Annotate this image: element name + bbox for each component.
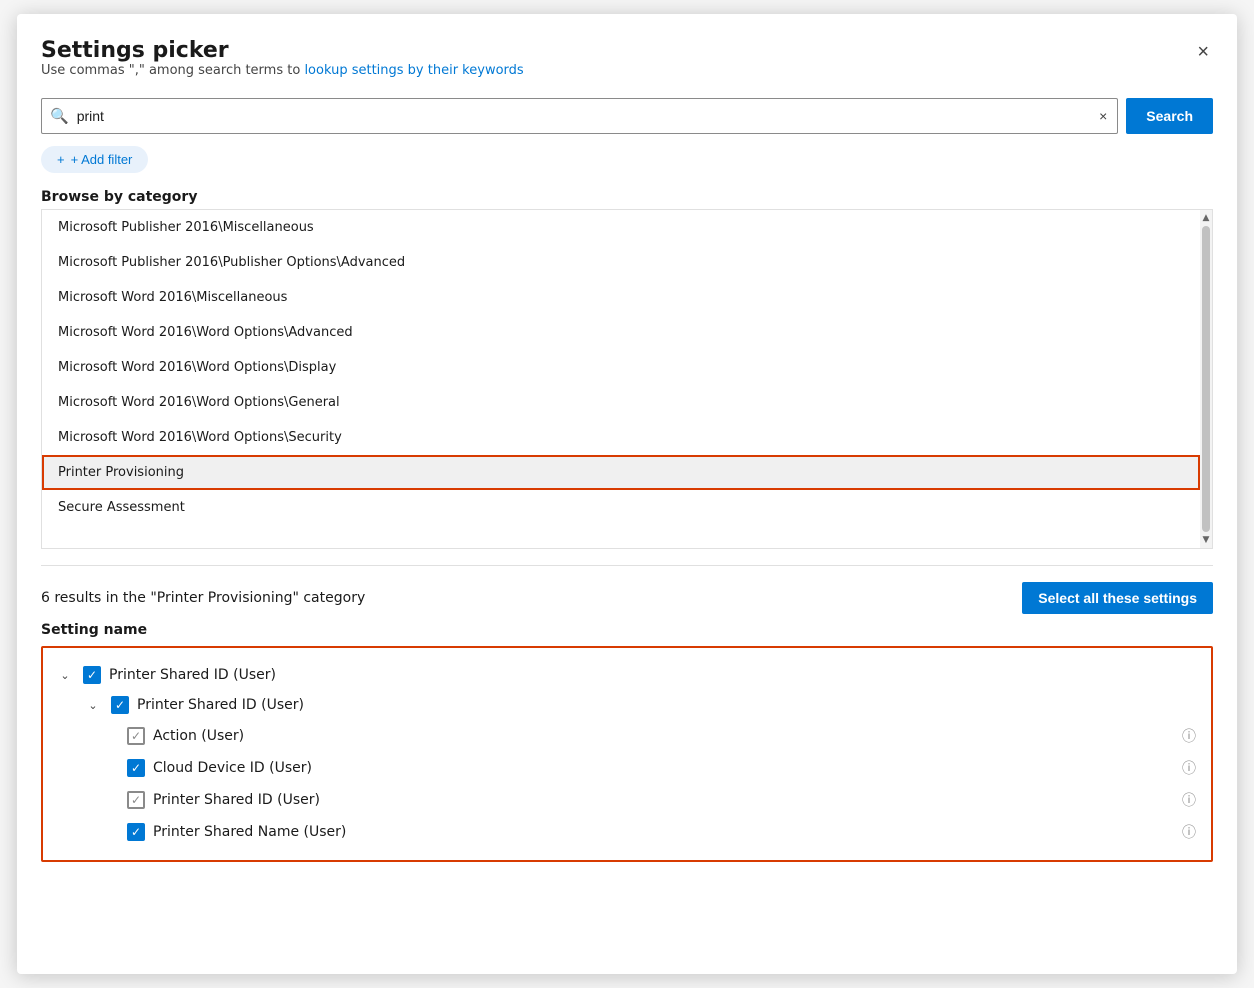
check-icon: ✓: [131, 825, 141, 839]
setting-label-printer-shared-id: Printer Shared ID (User): [153, 792, 1171, 808]
check-icon-partial: ✓: [131, 729, 141, 743]
check-icon: ✓: [87, 668, 97, 682]
subtitle-link[interactable]: lookup settings by their keywords: [304, 63, 523, 78]
settings-list: ⌄ ✓ Printer Shared ID (User) ⌄ ✓ Printer…: [41, 646, 1213, 862]
settings-picker-dialog: Settings picker Use commas "," among sea…: [17, 14, 1237, 974]
setting-label-cloud-device: Cloud Device ID (User): [153, 760, 1171, 776]
category-item[interactable]: Secure Assessment: [42, 490, 1200, 525]
dialog-subtitle: Use commas "," among search terms to loo…: [41, 63, 524, 78]
check-icon: ✓: [131, 761, 141, 775]
search-row: 🔍 × Search: [41, 98, 1213, 134]
checkbox-level1[interactable]: ✓: [111, 696, 129, 714]
scrollbar-thumb[interactable]: [1202, 226, 1210, 532]
category-item[interactable]: Microsoft Word 2016\Word Options\Display: [42, 350, 1200, 385]
checkbox-cloud-device[interactable]: ✓: [127, 759, 145, 777]
setting-row-action: ✓ Action (User) ⓘ: [123, 720, 1203, 752]
browse-category-title: Browse by category: [41, 189, 1213, 205]
add-filter-label: + Add filter: [71, 152, 133, 167]
setting-row-level1: ⌄ ✓ Printer Shared ID (User): [79, 690, 1203, 720]
info-icon[interactable]: ⓘ: [1179, 790, 1199, 810]
divider: [41, 565, 1213, 566]
setting-row-printer-shared-name: ✓ Printer Shared Name (User) ⓘ: [123, 816, 1203, 848]
category-item[interactable]: Microsoft Publisher 2016\Miscellaneous: [42, 210, 1200, 245]
setting-label-level1: Printer Shared ID (User): [137, 697, 1199, 713]
scrollbar-down-arrow[interactable]: ▼: [1200, 534, 1212, 546]
dialog-title: Settings picker: [41, 38, 524, 63]
checkbox-printer-shared-name[interactable]: ✓: [127, 823, 145, 841]
scrollbar[interactable]: ▲ ▼: [1200, 210, 1212, 548]
checkbox-printer-shared-id[interactable]: ✓: [127, 791, 145, 809]
chevron-icon[interactable]: ⌄: [83, 699, 103, 712]
checkbox-action[interactable]: ✓: [127, 727, 145, 745]
setting-row-cloud-device: ✓ Cloud Device ID (User) ⓘ: [123, 752, 1203, 784]
category-item[interactable]: Microsoft Publisher 2016\Publisher Optio…: [42, 245, 1200, 280]
category-item[interactable]: Microsoft Word 2016\Word Options\Securit…: [42, 420, 1200, 455]
info-icon[interactable]: ⓘ: [1179, 726, 1199, 746]
category-item-printer-provisioning[interactable]: Printer Provisioning: [42, 455, 1200, 490]
setting-label-level0: Printer Shared ID (User): [109, 667, 1199, 683]
close-button[interactable]: ×: [1193, 38, 1213, 66]
search-input-wrapper: 🔍 ×: [41, 98, 1118, 134]
search-input[interactable]: [77, 108, 1097, 124]
results-header: 6 results in the "Printer Provisioning" …: [41, 582, 1213, 614]
search-button[interactable]: Search: [1126, 98, 1213, 134]
scrollbar-up-arrow[interactable]: ▲: [1200, 212, 1212, 224]
select-all-button[interactable]: Select all these settings: [1022, 582, 1213, 614]
category-list-wrapper: Microsoft Publisher 2016\Miscellaneous M…: [41, 209, 1213, 549]
checkbox-level0[interactable]: ✓: [83, 666, 101, 684]
setting-name-label: Setting name: [41, 622, 1213, 638]
clear-button[interactable]: ×: [1097, 106, 1109, 126]
category-list: Microsoft Publisher 2016\Miscellaneous M…: [42, 210, 1200, 548]
setting-label-action: Action (User): [153, 728, 1171, 744]
add-icon: +: [57, 152, 65, 167]
setting-row-level0: ⌄ ✓ Printer Shared ID (User): [51, 660, 1203, 690]
setting-label-printer-shared-name: Printer Shared Name (User): [153, 824, 1171, 840]
results-count: 6 results in the "Printer Provisioning" …: [41, 590, 365, 606]
info-icon[interactable]: ⓘ: [1179, 758, 1199, 778]
category-item[interactable]: Microsoft Word 2016\Miscellaneous: [42, 280, 1200, 315]
category-item[interactable]: Microsoft Word 2016\Word Options\General: [42, 385, 1200, 420]
check-icon: ✓: [115, 698, 125, 712]
check-icon-partial: ✓: [131, 793, 141, 807]
chevron-icon[interactable]: ⌄: [55, 669, 75, 682]
category-item[interactable]: Microsoft Word 2016\Word Options\Advance…: [42, 315, 1200, 350]
add-filter-button[interactable]: + + Add filter: [41, 146, 148, 173]
search-icon: 🔍: [50, 107, 69, 125]
info-icon[interactable]: ⓘ: [1179, 822, 1199, 842]
setting-row-printer-shared-id: ✓ Printer Shared ID (User) ⓘ: [123, 784, 1203, 816]
dialog-header: Settings picker Use commas "," among sea…: [41, 38, 1213, 94]
